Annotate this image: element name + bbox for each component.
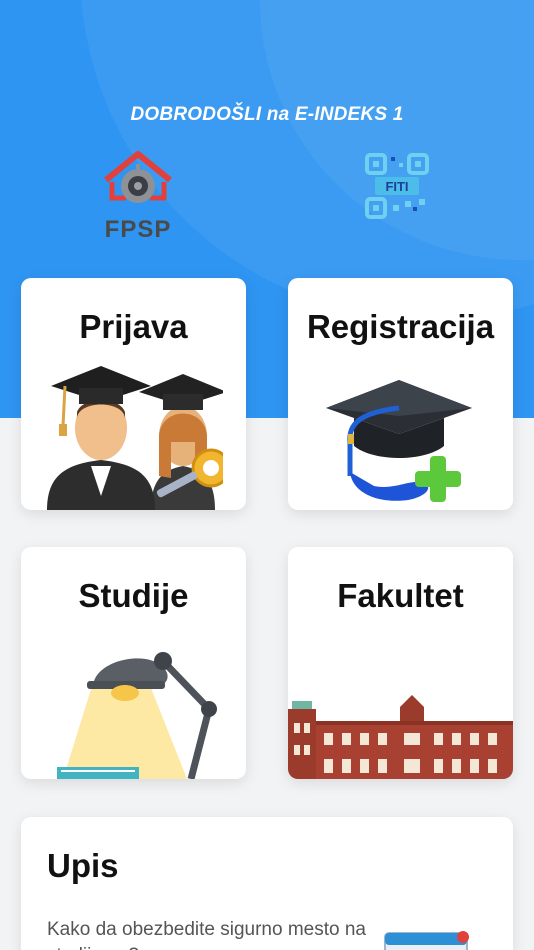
- studije-card[interactable]: Studije: [21, 547, 246, 779]
- calendar-icon: [384, 931, 469, 950]
- registracija-card[interactable]: Registracija: [288, 278, 513, 510]
- registracija-title: Registracija: [306, 308, 495, 345]
- studije-title: Studije: [78, 577, 189, 614]
- fpsp-logo[interactable]: FPSP: [100, 150, 176, 243]
- upis-description: Kako da obezbedite sigurno mesto na stud…: [47, 919, 366, 950]
- camera-house-logo-icon: [104, 151, 172, 203]
- fakultet-title: Fakultet: [337, 577, 464, 614]
- prijava-card[interactable]: Prijava: [21, 278, 246, 510]
- upis-title: Upis: [47, 847, 119, 884]
- desk-lamp-icon: [57, 652, 217, 779]
- fpsp-logo-text: FPSP: [104, 216, 172, 243]
- graduation-cap-plus-icon: [326, 380, 472, 502]
- fakultet-card[interactable]: Fakultet: [288, 547, 513, 779]
- qr-code-logo-icon: FITI: [365, 153, 429, 219]
- graduates-key-icon: [47, 366, 223, 510]
- prijava-title: Prijava: [79, 308, 188, 345]
- upis-card[interactable]: Upis Kako da obezbedite sigurno mesto na…: [21, 817, 513, 950]
- welcome-text: DOBRODOŠLI na E-INDEKS 1: [130, 104, 404, 125]
- fiti-logo-text: FITI: [385, 179, 408, 194]
- fiti-logo[interactable]: FITI: [365, 153, 429, 219]
- faculty-building-icon: [288, 695, 513, 779]
